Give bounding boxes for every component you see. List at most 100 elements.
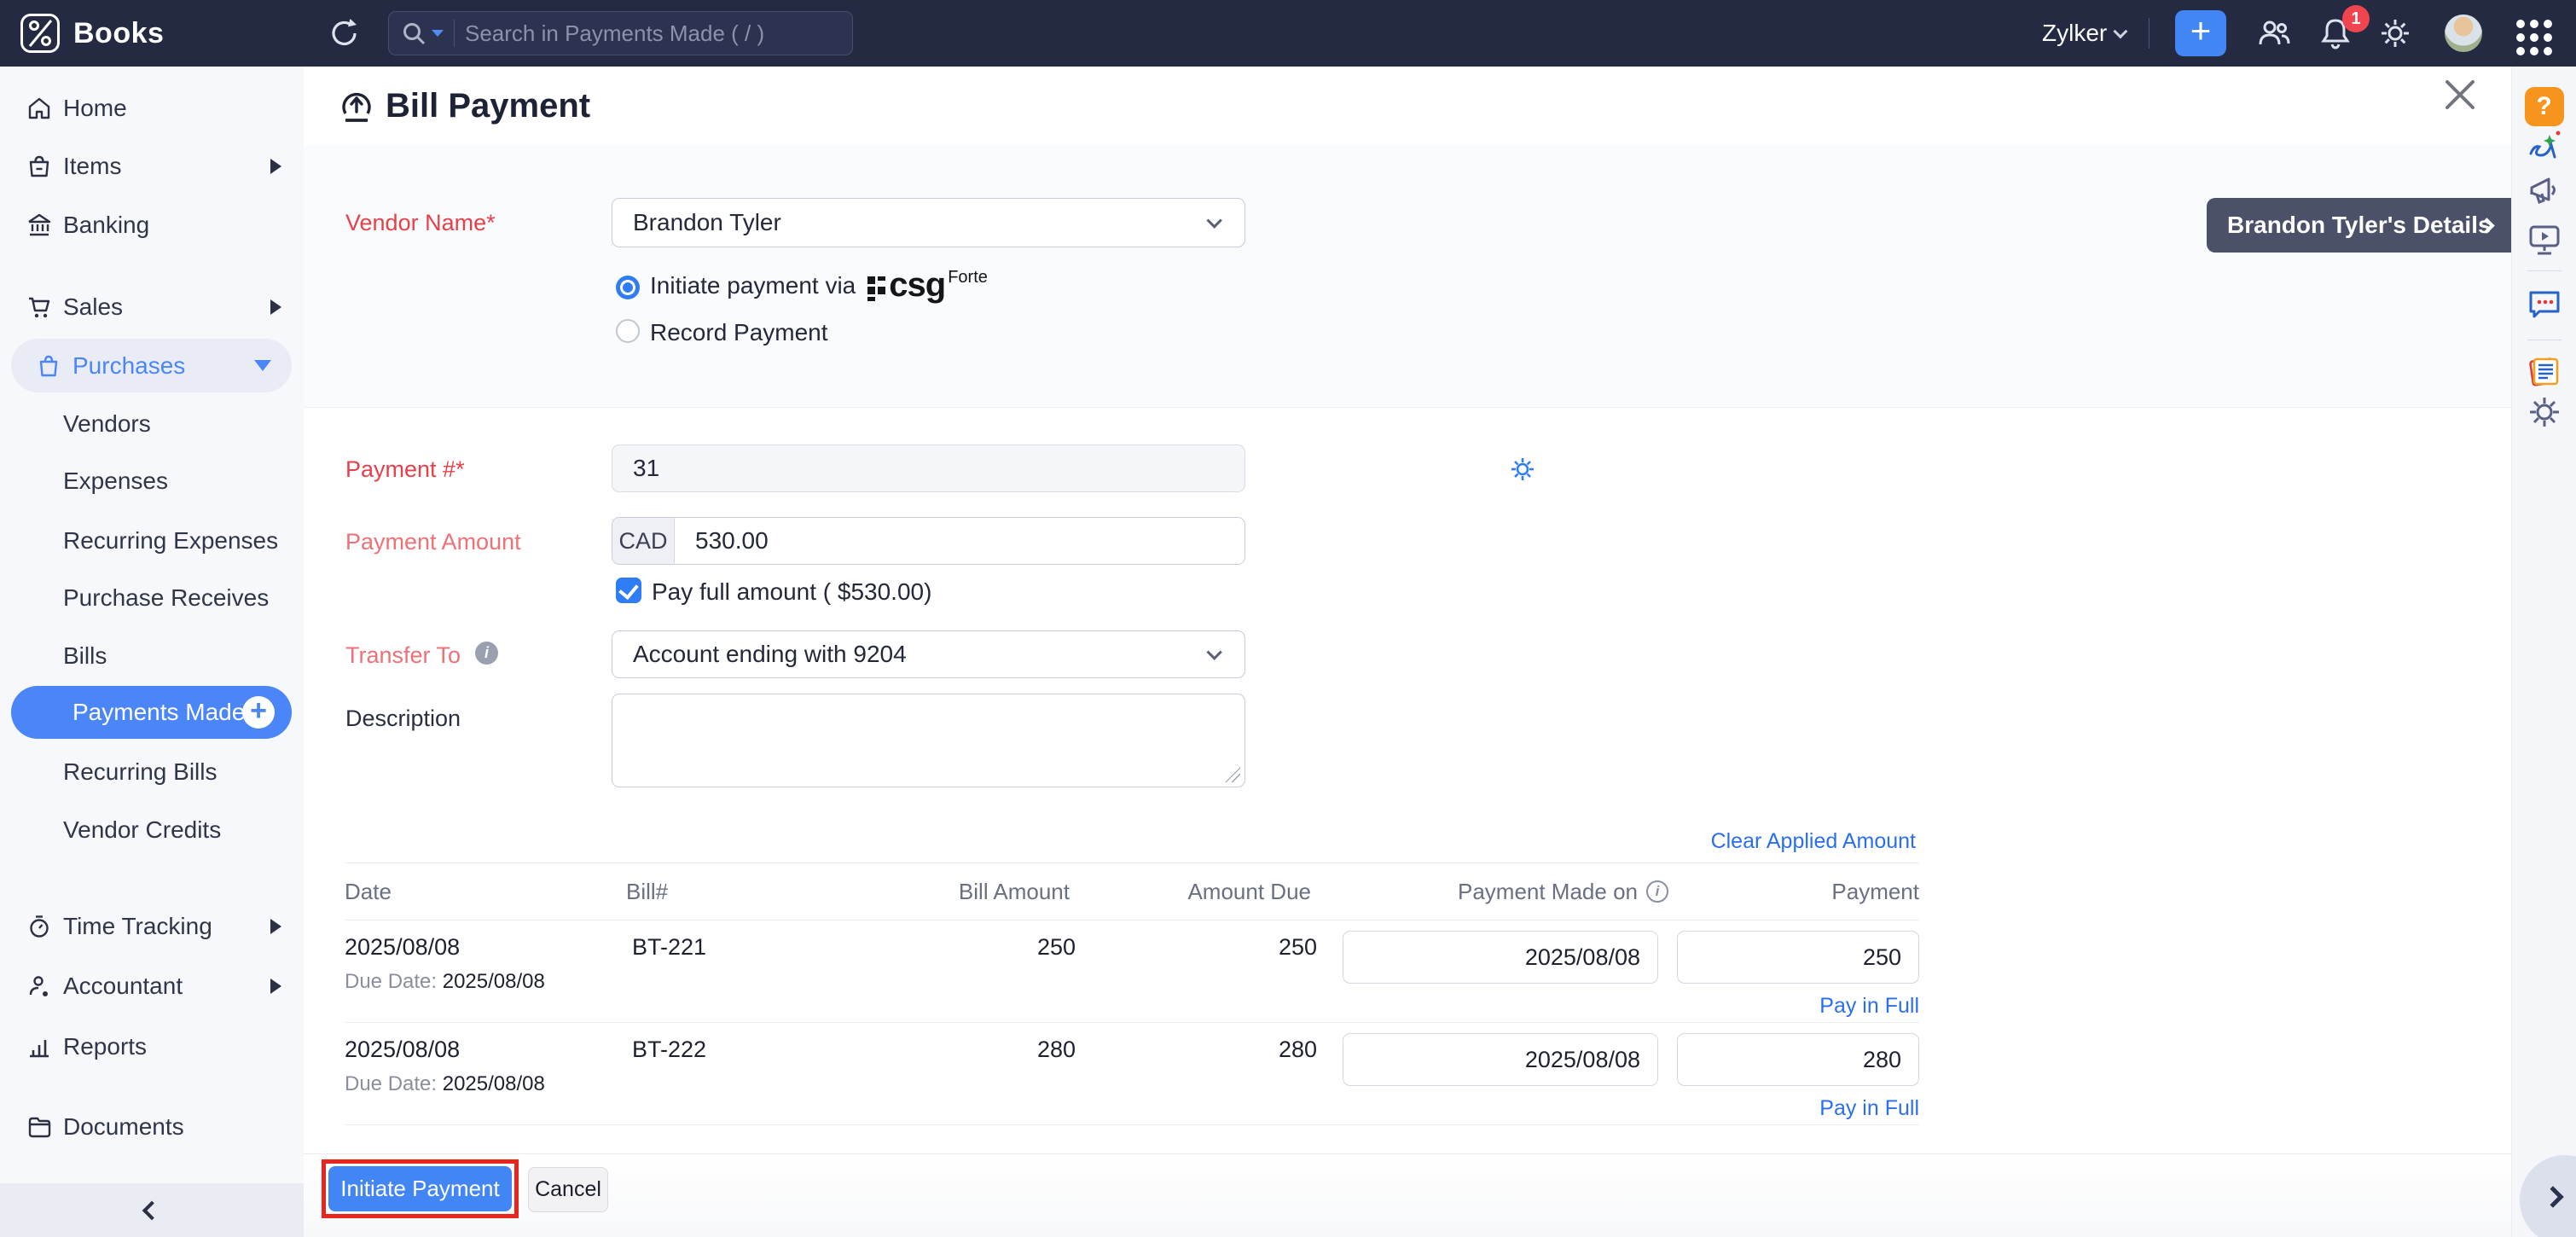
header-payment: Payment [1668, 879, 1919, 905]
expand-arrow-icon [270, 919, 281, 934]
radio-initiate-payment[interactable] [616, 276, 640, 299]
global-search[interactable]: Search in Payments Made ( / ) [388, 11, 853, 55]
annotation-highlight: Initiate Payment [322, 1159, 519, 1218]
pay-full-checkbox[interactable] [616, 578, 641, 603]
search-scope-caret-icon[interactable] [432, 30, 444, 37]
close-icon[interactable] [2440, 75, 2480, 114]
sidebar-item-bills[interactable]: Bills [0, 627, 304, 685]
bill-date: 2025/08/08 [345, 934, 460, 961]
initiate-payment-button[interactable]: Initiate Payment [328, 1166, 512, 1211]
amount-due: 280 [1076, 1037, 1317, 1063]
expand-arrow-icon [270, 299, 281, 315]
cart-icon [26, 293, 53, 321]
bill-number: BT-221 [632, 934, 706, 961]
bill-due-date: Due Date: 2025/08/08 [345, 1072, 545, 1096]
payment-made-on-input[interactable] [1343, 1033, 1658, 1086]
collapse-arrow-icon [254, 360, 271, 371]
sidebar-item-expenses[interactable]: Expenses [0, 452, 304, 510]
sidebar-item-purchases[interactable]: Purchases [11, 339, 292, 392]
sidebar-item-home[interactable]: Home [0, 79, 304, 137]
description-textarea[interactable] [612, 694, 1245, 787]
cancel-button[interactable]: Cancel [528, 1167, 608, 1212]
zia-assistant-icon[interactable] [2524, 126, 2565, 171]
resize-handle[interactable] [1225, 767, 1240, 782]
payment-amount-input[interactable] [675, 518, 1244, 564]
info-icon[interactable]: i [475, 642, 498, 665]
add-payment-icon[interactable]: + [242, 696, 275, 729]
org-switcher[interactable]: Zylker [2042, 0, 2127, 67]
chevron-right-icon [2542, 1186, 2563, 1207]
payment-number-settings-gear-icon[interactable] [1508, 455, 1537, 488]
sidebar-item-recurring-expenses[interactable]: Recurring Expenses [0, 512, 304, 570]
refresh-icon[interactable] [327, 15, 363, 51]
bill-amount: 280 [820, 1037, 1076, 1063]
announcements-megaphone-icon[interactable] [2525, 171, 2564, 214]
table-row: 2025/08/08 Due Date: 2025/08/08 BT-222 2… [345, 1023, 1919, 1125]
sidebar-item-vendor-credits[interactable]: Vendor Credits [0, 801, 304, 859]
sidebar-item-sales[interactable]: Sales [0, 278, 304, 336]
payment-input[interactable] [1677, 1033, 1919, 1086]
header-amount-due: Amount Due [1070, 879, 1311, 905]
payment-input[interactable] [1677, 931, 1919, 984]
accountant-icon [26, 973, 53, 1000]
stopwatch-icon [26, 913, 53, 940]
users-icon[interactable] [2255, 15, 2293, 52]
bill-payment-icon [335, 84, 378, 131]
customize-gear-icon[interactable] [2525, 392, 2564, 436]
payment-amount-group: CAD [612, 517, 1245, 565]
shopping-bag-icon [26, 153, 53, 180]
info-icon[interactable]: i [1646, 880, 1668, 903]
books-logo-icon[interactable] [20, 14, 60, 53]
header-bill: Bill# [626, 879, 814, 905]
purchases-bag-icon [35, 352, 62, 380]
chat-support-icon[interactable] [2525, 284, 2564, 328]
settings-gear-icon[interactable] [2376, 15, 2414, 52]
currency-code: CAD [612, 518, 675, 564]
topbar-divider [2149, 18, 2150, 49]
pay-in-full-link[interactable]: Pay in Full [1819, 1096, 1919, 1121]
bill-amount: 250 [820, 934, 1076, 961]
payment-number-label: Payment #* [345, 456, 465, 483]
transfer-to-select[interactable]: Account ending with 9204 [612, 630, 1245, 678]
payment-number-input[interactable] [612, 444, 1245, 492]
header-payment-made-on: Payment Made on i [1311, 879, 1668, 905]
sidebar-item-items[interactable]: Items [0, 137, 304, 195]
sidebar-item-purchase-receives[interactable]: Purchase Receives [0, 569, 304, 627]
pay-in-full-link[interactable]: Pay in Full [1819, 994, 1919, 1019]
radio-initiate-label: Initiate payment via csg Forte [650, 270, 988, 301]
page-title: Bill Payment [386, 87, 590, 125]
sidebar-item-vendors[interactable]: Vendors [0, 395, 304, 453]
vendor-details-button[interactable]: Brandon Tyler's Details [2207, 198, 2511, 253]
sidebar-item-time-tracking[interactable]: Time Tracking [0, 897, 304, 955]
sidebar-item-accountant[interactable]: Accountant [0, 957, 304, 1015]
user-avatar[interactable] [2445, 15, 2482, 52]
table-row: 2025/08/08 Due Date: 2025/08/08 BT-221 2… [345, 920, 1919, 1023]
sidebar-item-payments-made[interactable]: Payments Made + [11, 686, 292, 739]
apps-grid-icon[interactable] [2516, 20, 2554, 55]
bank-icon [26, 212, 53, 239]
header-bill-amount: Bill Amount [814, 879, 1070, 905]
sidebar-item-documents[interactable]: Documents [0, 1098, 304, 1156]
sidebar-item-reports[interactable]: Reports [0, 1018, 304, 1076]
whats-new-icon[interactable] [2525, 351, 2564, 395]
quick-create-button[interactable]: + [2175, 10, 2226, 56]
bill-due-date: Due Date: 2025/08/08 [345, 970, 545, 994]
video-tutorials-icon[interactable] [2525, 220, 2564, 264]
sidebar-nav: Home Items Banking Sales Purchases Vendo… [0, 67, 304, 1237]
table-header-row: Date Bill# Bill Amount Amount Due Paymen… [345, 862, 1919, 920]
sidebar-collapse-button[interactable] [0, 1183, 304, 1237]
sidebar-item-banking[interactable]: Banking [0, 196, 304, 254]
radio-record-payment[interactable] [616, 319, 640, 343]
question-icon: ? [2536, 92, 2551, 121]
description-label: Description [345, 706, 461, 732]
top-bar: Books Search in Payments Made ( / ) Zylk… [0, 0, 2576, 67]
payment-made-on-input[interactable] [1343, 931, 1658, 984]
help-button[interactable]: ? [2525, 87, 2564, 126]
expand-arrow-icon [270, 979, 281, 994]
vendor-name-select[interactable]: Brandon Tyler [612, 198, 1245, 247]
sidebar-item-recurring-bills[interactable]: Recurring Bills [0, 743, 304, 801]
chevron-down-icon [1206, 644, 1221, 659]
payment-amount-label: Payment Amount [345, 529, 521, 555]
clear-applied-amount-link[interactable]: Clear Applied Amount [1660, 829, 1916, 854]
csg-forte-logo: csg Forte [867, 270, 988, 301]
